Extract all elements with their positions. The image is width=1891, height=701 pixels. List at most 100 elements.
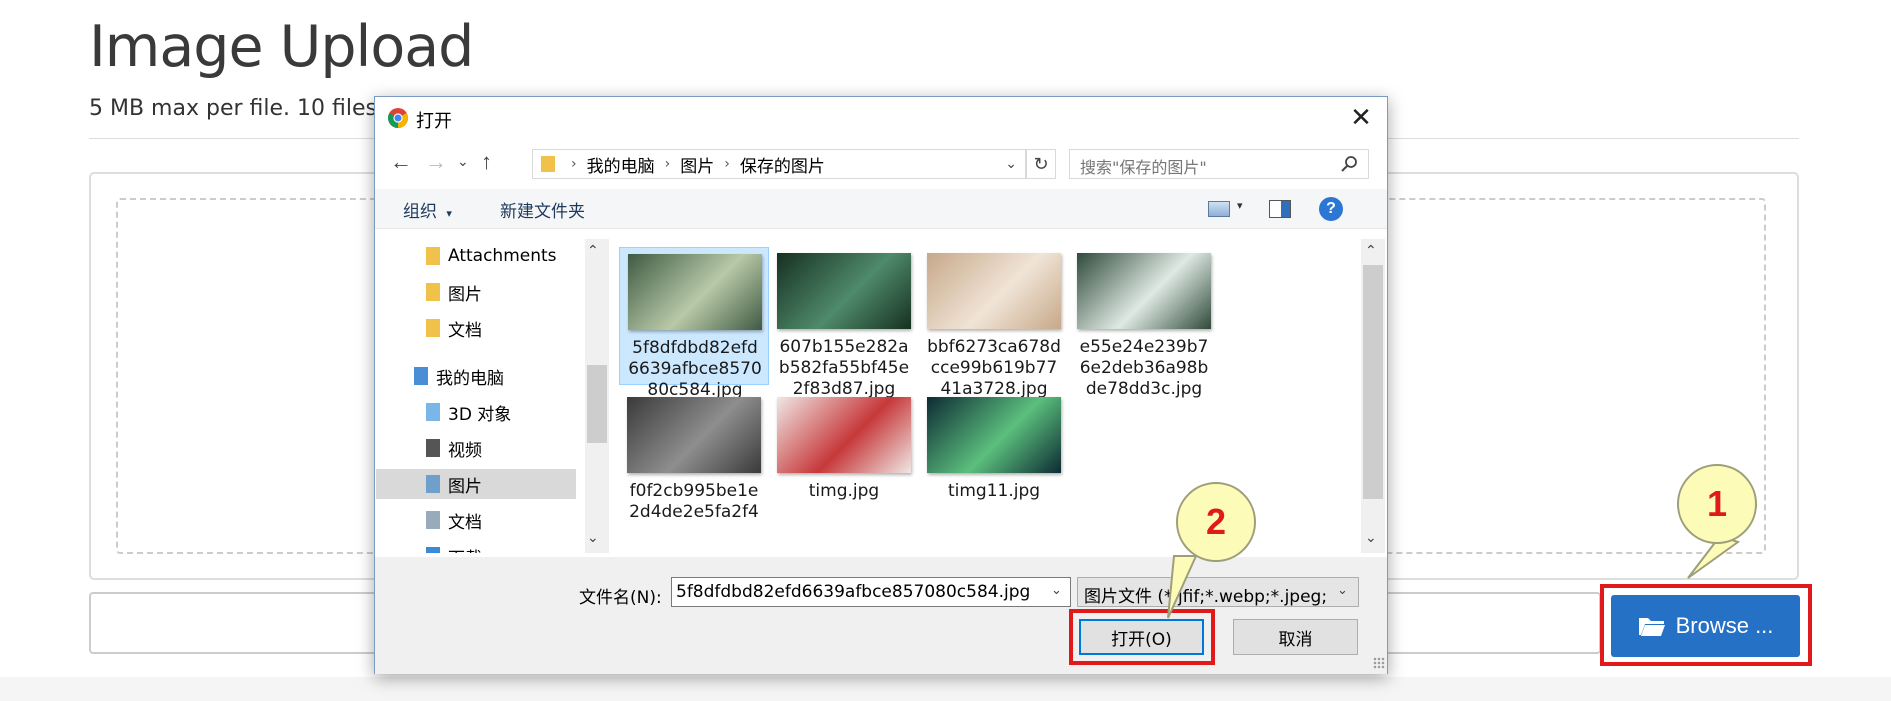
documents-folder-icon (426, 511, 440, 529)
file-item[interactable]: timg11.jpg (919, 391, 1069, 551)
downloads-folder-icon (426, 547, 440, 553)
nav-item[interactable]: 文档 (376, 313, 576, 343)
file-name-line: timg.jpg (808, 481, 880, 501)
preview-pane-icon[interactable] (1269, 200, 1291, 218)
recent-locations-chevron-icon[interactable]: ⌄ (457, 153, 469, 170)
nav-item-label: Attachments (448, 246, 557, 266)
cancel-button[interactable]: 取消 (1233, 619, 1358, 655)
nav-item-label: 下载 (448, 544, 482, 554)
folder-open-icon (1638, 615, 1666, 637)
file-item[interactable]: e55e24e239b7 6e2deb36a98b de78dd3c.jpg (1069, 247, 1219, 407)
nav-item[interactable]: 图片 (376, 469, 576, 499)
file-name-line: 607b155e282a (779, 337, 909, 357)
refresh-icon[interactable]: ↻ (1026, 149, 1056, 179)
file-name: e55e24e239b7 6e2deb36a98b de78dd3c.jpg (1069, 337, 1219, 400)
breadcrumb-separator-icon: › (664, 156, 671, 172)
scroll-up-icon[interactable]: ⌃ (587, 242, 599, 259)
nav-item-label: 文档 (448, 512, 482, 533)
folder-icon (426, 247, 440, 265)
navigation-pane: Attachments图片文档我的电脑3D 对象视频图片文档下载 (376, 239, 592, 553)
image-thumbnail (1077, 253, 1211, 329)
close-button[interactable]: ✕ (1337, 97, 1385, 137)
close-icon: ✕ (1350, 101, 1372, 132)
file-name: timg.jpg (769, 481, 919, 502)
scroll-down-icon[interactable]: ⌄ (587, 529, 599, 546)
scroll-up-icon[interactable]: ⌃ (1365, 242, 1377, 259)
file-item[interactable]: 5f8dfdbd82efd 6639afbce8570 80c584.jpg (619, 247, 769, 400)
file-name-line: b582fa55bf45e (778, 358, 910, 378)
image-thumbnail (927, 253, 1061, 329)
nav-scrollbar[interactable]: ⌃ ⌄ (585, 239, 609, 553)
callout-1: 1 (1677, 464, 1757, 544)
view-options-icon[interactable] (1208, 201, 1230, 217)
resize-grip-icon[interactable] (1373, 657, 1385, 669)
file-item[interactable]: f0f2cb995be1e 2d4de2e5fa2f4 (619, 391, 769, 551)
3d-objects-icon (426, 403, 440, 421)
pictures-folder-icon (426, 475, 440, 493)
browse-button[interactable]: Browse ... (1611, 595, 1800, 657)
scroll-thumb[interactable] (1363, 265, 1383, 499)
address-dropdown-icon[interactable]: ⌄ (1005, 156, 1017, 172)
file-name: timg11.jpg (919, 481, 1069, 502)
filename-label: 文件名(N): (579, 588, 662, 608)
breadcrumb-item[interactable]: 图片 (680, 152, 714, 177)
callout-2: 2 (1176, 482, 1256, 562)
nav-item-label: 我的电脑 (436, 368, 504, 389)
file-name-line: bbf6273ca678d (927, 337, 1061, 357)
nav-item[interactable]: 文档 (376, 505, 576, 535)
file-name-line: 2d4de2e5fa2f4 (629, 502, 759, 522)
nav-item[interactable]: 视频 (376, 433, 576, 463)
filename-input[interactable]: 5f8dfdbd82efd6639afbce857080c584.jpg (671, 577, 1071, 607)
view-dropdown-icon[interactable]: ▾ (1237, 199, 1243, 212)
nav-item-label: 视频 (448, 440, 482, 461)
up-arrow-icon[interactable]: ↑ (481, 149, 492, 175)
forward-arrow-icon[interactable]: → (425, 149, 447, 175)
organize-label: 组织 (403, 202, 437, 222)
file-item[interactable]: timg.jpg (769, 391, 919, 551)
filename-dropdown-icon[interactable]: ⌄ (1051, 582, 1062, 598)
breadcrumb-item[interactable]: 保存的图片 (740, 152, 825, 177)
folder-icon (426, 319, 440, 337)
back-arrow-icon[interactable]: ← (390, 149, 412, 175)
image-thumbnail (777, 253, 911, 329)
video-folder-icon (426, 439, 440, 457)
file-name-line: 6639afbce8570 (628, 359, 762, 379)
breadcrumb-separator-icon: › (724, 156, 730, 172)
help-icon[interactable]: ? (1319, 197, 1343, 221)
file-name-line: cce99b619b77 (930, 358, 1058, 378)
open-file-dialog: 打开 ✕ ← → ⌄ ↑ › 我的电脑 › 图片 › 保存的图片 ⌄ ↻ 搜索"… (374, 96, 1388, 674)
nav-item[interactable]: Attachments (376, 241, 576, 271)
file-item[interactable]: 607b155e282a b582fa55bf45e 2f83d87.jpg (769, 247, 919, 407)
dialog-footer (375, 557, 1387, 674)
file-name: f0f2cb995be1e 2d4de2e5fa2f4 (619, 481, 769, 523)
footer (0, 677, 1891, 701)
chrome-icon (388, 108, 408, 128)
new-folder-button[interactable]: 新建文件夹 (500, 197, 585, 222)
search-input[interactable]: 搜索"保存的图片" (1069, 149, 1369, 179)
scroll-thumb[interactable] (587, 365, 607, 443)
file-name-line: f0f2cb995be1e (629, 481, 759, 501)
scroll-down-icon[interactable]: ⌄ (1365, 529, 1377, 546)
nav-item[interactable]: 我的电脑 (376, 361, 576, 391)
organize-button[interactable]: 组织 ▾ (403, 197, 452, 222)
nav-item[interactable]: 3D 对象 (376, 397, 576, 427)
image-thumbnail (627, 397, 761, 473)
nav-item-label: 图片 (448, 476, 482, 497)
address-bar[interactable]: › 我的电脑 › 图片 › 保存的图片 ⌄ (532, 149, 1026, 179)
breadcrumb-separator-icon: › (571, 156, 577, 172)
files-scrollbar[interactable]: ⌃ ⌄ (1361, 239, 1385, 553)
folder-icon (541, 156, 555, 172)
file-name-line: 5f8dfdbd82efd (632, 338, 758, 358)
file-type-dropdown-icon[interactable]: ⌄ (1337, 582, 1348, 598)
nav-item[interactable]: 图片 (376, 277, 576, 307)
nav-item-label: 文档 (448, 320, 482, 341)
file-name-line: e55e24e239b7 (1079, 337, 1209, 357)
image-thumbnail (927, 397, 1061, 473)
browse-button-label: Browse ... (1675, 613, 1774, 638)
file-item[interactable]: bbf6273ca678d cce99b619b77 41a3728.jpg (919, 247, 1069, 407)
computer-icon (414, 367, 428, 385)
nav-item[interactable]: 下载 (376, 541, 576, 553)
breadcrumb-item[interactable]: 我的电脑 (587, 152, 655, 177)
file-name-line: de78dd3c.jpg (1085, 379, 1203, 399)
nav-item-label: 3D 对象 (448, 404, 512, 425)
